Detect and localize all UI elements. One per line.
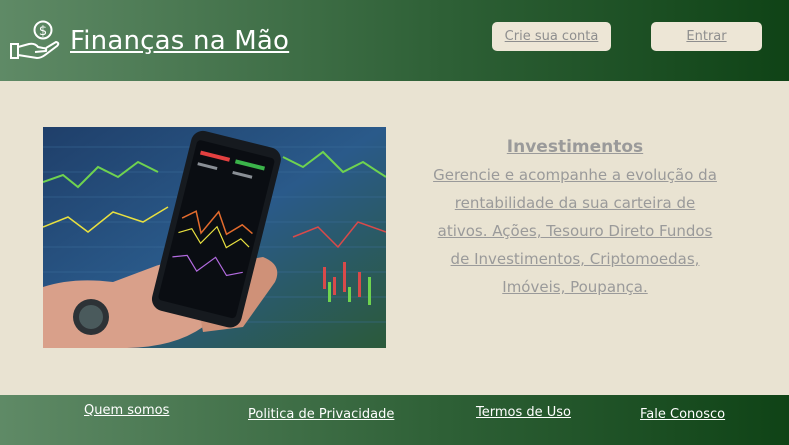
header-bar: $ Finanças na Mão Crie sua conta Entrar [0,0,789,81]
brand-title-link[interactable]: Finanças na Mão [70,26,289,56]
signup-button[interactable]: Crie sua conta [492,22,611,51]
login-button[interactable]: Entrar [651,22,762,51]
footer-link-terms[interactable]: Termos de Uso [476,405,571,420]
footer-link-contact[interactable]: Fale Conosco [640,407,725,422]
footer-bar: Quem somos Politica de Privacidade Termo… [0,395,789,445]
section-title[interactable]: Investimentos [430,134,720,160]
svg-text:$: $ [39,24,47,39]
footer-link-about[interactable]: Quem somos [84,403,169,418]
investments-section: Investimentos Gerencie e acompanhe a evo… [430,134,720,301]
section-description[interactable]: Gerencie e acompanhe a evolução da renta… [430,161,720,301]
footer-link-privacy[interactable]: Politica de Privacidade [248,407,394,422]
hand-money-icon: $ [10,20,60,59]
investments-photo [43,127,386,348]
